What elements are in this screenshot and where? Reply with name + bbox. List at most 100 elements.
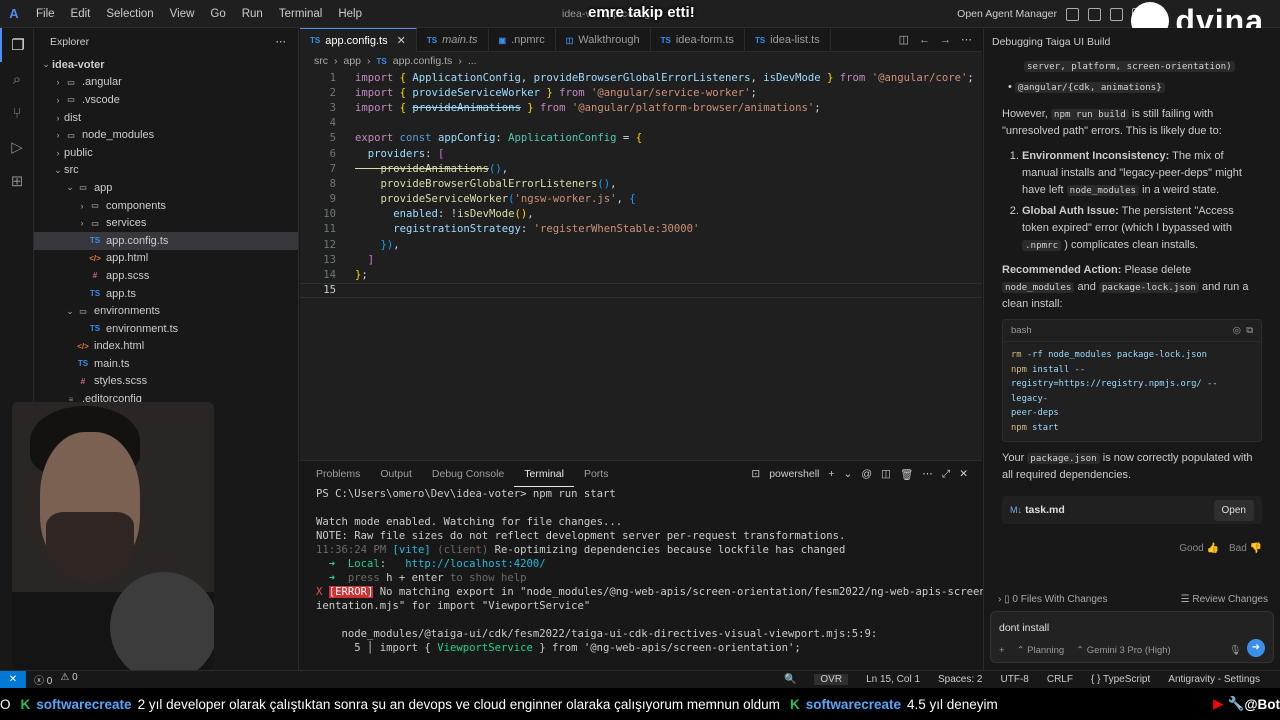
menu-file[interactable]: File [28, 0, 63, 28]
tree-folder[interactable]: ⌄ idea-voter [34, 56, 298, 74]
maximize-panel-icon[interactable]: ⤢ [942, 468, 950, 481]
tree-file[interactable]: </> app.html [34, 250, 298, 268]
tree-folder[interactable]: › dist [34, 109, 298, 127]
tab-ports[interactable]: Ports [574, 461, 619, 487]
close-icon[interactable]: ✕ [397, 34, 406, 47]
open-button[interactable]: Open [1213, 499, 1254, 521]
mode-dropdown[interactable]: ⌃ Planning [1017, 645, 1065, 656]
tree-folder[interactable]: › public [34, 144, 298, 162]
tree-folder[interactable]: › ▭ .vscode [34, 91, 298, 109]
good-button[interactable]: Good 👍 [1179, 540, 1219, 557]
menu-run[interactable]: Run [234, 0, 271, 28]
warnings-indicator[interactable]: ⚠ 0 [60, 672, 77, 687]
tree-folder[interactable]: ⌄ ▭ app [34, 179, 298, 197]
tree-folder[interactable]: › ▭ services [34, 214, 298, 232]
menu-selection[interactable]: Selection [98, 0, 161, 28]
artifact-card[interactable]: M↓ task.md Open [1002, 496, 1262, 524]
tree-folder[interactable]: › ▭ node_modules [34, 126, 298, 144]
terminal-text: : [379, 558, 406, 570]
language-mode[interactable]: { } TypeScript [1091, 674, 1150, 685]
remote-icon[interactable]: ✕ [0, 670, 26, 689]
menu-view[interactable]: View [162, 0, 203, 28]
chat-input-text[interactable]: dont install [999, 622, 1049, 634]
toggle-panel-icon[interactable] [1110, 7, 1123, 21]
breadcrumb-item[interactable]: app [344, 55, 362, 67]
indentation[interactable]: Spaces: 2 [938, 674, 982, 685]
tree-file[interactable]: TS main.ts [34, 355, 298, 373]
review-changes-button[interactable]: ☰ Review Changes [1181, 594, 1268, 605]
toggle-primary-sidebar-icon[interactable] [1088, 7, 1101, 21]
editor-tab[interactable]: TS app.config.ts ✕ [300, 28, 417, 52]
tab-debug-console[interactable]: Debug Console [422, 461, 514, 487]
menu-edit[interactable]: Edit [63, 0, 99, 28]
tree-file[interactable]: TS environment.ts [34, 320, 298, 338]
shell-name[interactable]: powershell [769, 468, 819, 480]
terminal-output[interactable]: PS C:\Users\omero\Dev\idea-voter> npm ru… [300, 487, 1005, 655]
send-icon[interactable]: ➜ [1247, 639, 1265, 657]
open-agent-manager-button[interactable]: Open Agent Manager [957, 8, 1057, 20]
split-terminal-icon[interactable]: ◫ [881, 468, 891, 480]
more-actions-icon[interactable]: ⋯ [961, 33, 972, 46]
tree-file[interactable]: # styles.scss [34, 373, 298, 391]
folder-icon: ▭ [91, 201, 99, 211]
code-line: 5 export const appConfig: ApplicationConf… [300, 131, 982, 146]
chat-input[interactable]: dont install + ⌃ Planning ⌃ Gemini 3 Pro… [990, 611, 1274, 663]
breadcrumb-item[interactable]: src [314, 55, 328, 67]
editor-tab[interactable]: TS idea-form.ts [651, 28, 745, 52]
more-actions-icon[interactable]: ⋯ [922, 468, 933, 480]
copy-icon[interactable]: ⧉ [1246, 325, 1253, 336]
more-actions-icon[interactable]: ⋯ [276, 36, 287, 48]
tab-terminal[interactable]: Terminal [514, 462, 574, 487]
tree-folder[interactable]: › ▭ components [34, 197, 298, 215]
explorer-icon[interactable]: ❐ [0, 28, 34, 62]
source-control-icon[interactable]: ⑂ [0, 96, 34, 130]
trash-icon[interactable]: 🗑 [900, 468, 913, 481]
menu-go[interactable]: Go [202, 0, 233, 28]
model-dropdown[interactable]: ⌃ Gemini 3 Pro (High) [1076, 645, 1171, 656]
overtype-indicator[interactable]: OVR [814, 674, 849, 685]
close-icon[interactable]: ✕ [959, 468, 968, 480]
editor-tab[interactable]: ◫ Walkthrough [556, 28, 651, 52]
tree-folder[interactable]: ⌄ ▭ environments [34, 302, 298, 320]
tree-file[interactable]: # app.scss [34, 267, 298, 285]
tree-folder[interactable]: › ▭ .angular [34, 74, 298, 92]
menu-terminal[interactable]: Terminal [271, 0, 330, 28]
tree-file[interactable]: TS app.config.ts [34, 231, 298, 250]
terminal-line: Watch mode enabled. Watching for file ch… [316, 515, 982, 529]
code-editor[interactable]: 1 import { ApplicationConfig, provideBrow… [300, 70, 982, 298]
cursor-position[interactable]: Ln 15, Col 1 [866, 674, 920, 685]
bell-icon[interactable]: 🔍 [784, 674, 796, 685]
end-of-line[interactable]: CRLF [1047, 674, 1073, 685]
add-context-icon[interactable]: + [999, 645, 1005, 656]
editor-tab[interactable]: TS main.ts [417, 28, 489, 52]
bad-button[interactable]: Bad 👎 [1229, 540, 1262, 557]
microphone-icon[interactable]: 🎙 [1229, 645, 1241, 656]
menu-help[interactable]: Help [330, 0, 370, 28]
errors-indicator[interactable]: ⓧ 0 [34, 672, 52, 687]
insert-icon[interactable]: ◎ [1233, 325, 1241, 336]
encoding[interactable]: UTF-8 [1001, 674, 1029, 685]
tab-problems[interactable]: Problems [306, 461, 370, 487]
chevron-right-icon[interactable]: › [998, 594, 1001, 605]
tree-folder[interactable]: ⌄ src [34, 162, 298, 180]
new-terminal-icon[interactable]: + [828, 468, 834, 480]
breadcrumb-item[interactable]: app.config.ts [393, 55, 453, 67]
breadcrumb-item[interactable]: ... [468, 55, 477, 67]
run-debug-icon[interactable]: ▷ [0, 130, 34, 164]
copilot-icon[interactable]: @ [861, 468, 872, 480]
editor-tab[interactable]: TS idea-list.ts [745, 28, 831, 52]
search-icon[interactable]: ⌕ [0, 62, 34, 96]
tab-output[interactable]: Output [370, 461, 422, 487]
go-back-icon[interactable]: ← [919, 34, 930, 46]
chat-username: @Bot [1244, 696, 1280, 712]
terminal-text: 5 │ import { [316, 642, 438, 654]
chevron-down-icon[interactable]: ⌄ [844, 468, 853, 480]
split-editor-icon[interactable]: ◫ [899, 33, 909, 46]
extensions-icon[interactable]: ⊞ [0, 164, 34, 198]
go-forward-icon[interactable]: → [940, 34, 951, 46]
tree-file[interactable]: TS app.ts [34, 285, 298, 303]
layout-grid-icon[interactable] [1066, 7, 1079, 21]
editor-tab[interactable]: ▣ .npmrc [489, 28, 556, 52]
settings-status[interactable]: Antigravity - Settings [1168, 674, 1260, 685]
tree-file[interactable]: </> index.html [34, 338, 298, 356]
